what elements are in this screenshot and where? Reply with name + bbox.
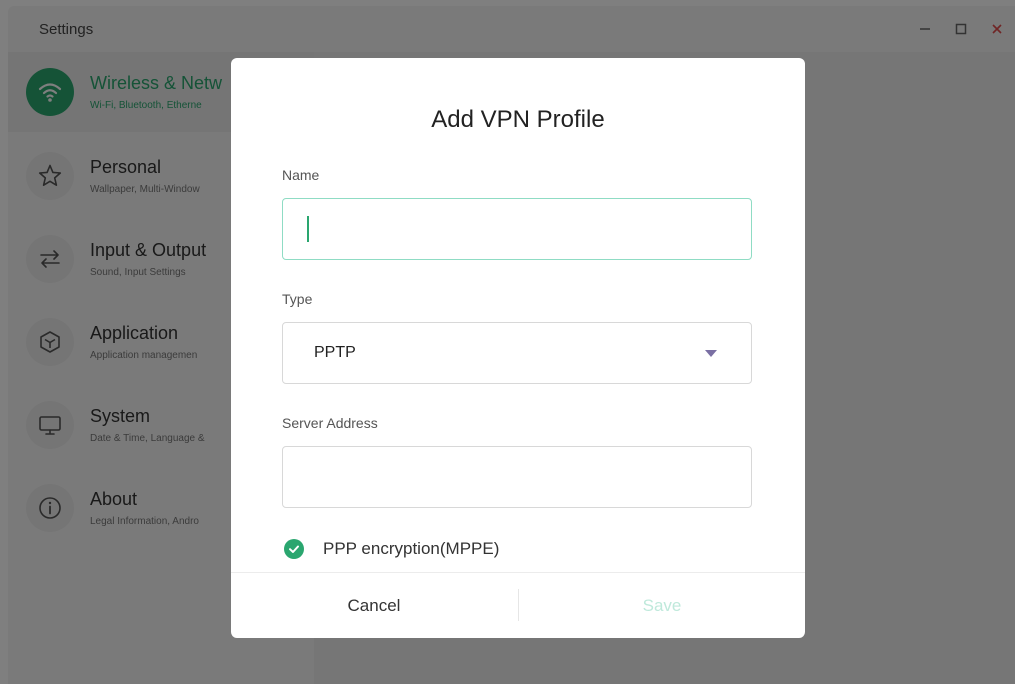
- type-select-value: PPTP: [314, 344, 356, 361]
- dialog-footer: Cancel Save: [231, 572, 805, 638]
- name-label: Name: [282, 167, 320, 183]
- checkmark-icon: [289, 545, 299, 553]
- dropdown-arrow-icon: [705, 350, 717, 357]
- ppp-encryption-checkbox[interactable]: [284, 539, 304, 559]
- ppp-encryption-label[interactable]: PPP encryption(MPPE): [323, 539, 499, 559]
- server-address-label: Server Address: [282, 415, 378, 431]
- server-address-input[interactable]: [282, 446, 752, 508]
- text-caret: [307, 216, 309, 242]
- dialog-title: Add VPN Profile: [431, 106, 605, 133]
- cancel-button[interactable]: Cancel: [231, 573, 517, 638]
- name-input[interactable]: [282, 198, 752, 260]
- add-vpn-profile-dialog: Add VPN Profile Name Type PPTP Server Ad…: [231, 58, 805, 638]
- save-button[interactable]: Save: [519, 573, 805, 638]
- type-select[interactable]: PPTP: [282, 322, 752, 384]
- type-label: Type: [282, 291, 313, 307]
